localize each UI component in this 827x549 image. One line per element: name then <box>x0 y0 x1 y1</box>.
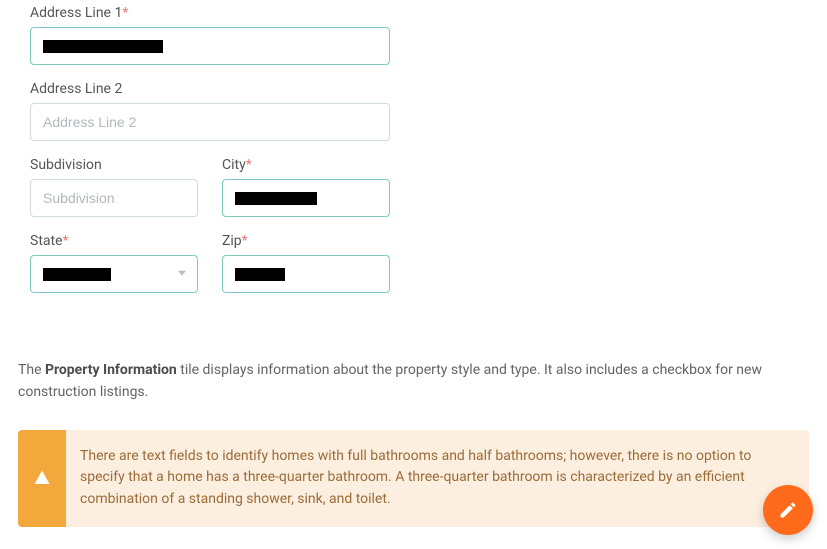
zip-input[interactable] <box>222 255 390 293</box>
redacted-value <box>235 268 285 281</box>
text-strong: Property Information <box>45 362 177 378</box>
required-asterisk: * <box>242 233 248 249</box>
city-input[interactable] <box>222 179 390 217</box>
edit-fab-button[interactable] <box>763 485 813 535</box>
subdivision-label: Subdivision <box>30 157 198 173</box>
city-label: City* <box>222 157 390 173</box>
warning-alert-body: There are text fields to identify homes … <box>66 430 809 527</box>
label-text: Zip <box>222 233 242 249</box>
required-asterisk: * <box>63 233 69 249</box>
state-select[interactable] <box>30 255 198 293</box>
label-text: State <box>30 233 63 249</box>
address-line-1-input[interactable] <box>30 27 390 65</box>
required-asterisk: * <box>246 157 252 173</box>
address-form: Address Line 1* Address Line 2 Subdivisi… <box>0 0 827 329</box>
zip-label: Zip* <box>222 233 390 249</box>
required-asterisk: * <box>122 5 128 21</box>
property-info-description: The Property Information tile displays i… <box>0 359 827 404</box>
pencil-icon <box>778 500 798 520</box>
redacted-value <box>43 40 163 53</box>
redacted-value <box>43 268 111 281</box>
warning-triangle-icon <box>33 469 51 487</box>
subdivision-group: Subdivision <box>30 157 198 217</box>
city-group: City* <box>222 157 390 217</box>
label-text: City <box>222 157 246 173</box>
zip-group: Zip* <box>222 233 390 293</box>
warning-icon-column <box>18 430 66 527</box>
address-line-1-group: Address Line 1* <box>30 5 797 65</box>
address-line-2-input[interactable] <box>30 103 390 141</box>
address-line-2-label: Address Line 2 <box>30 81 797 97</box>
label-text: Address Line 2 <box>30 81 122 97</box>
state-group: State* <box>30 233 198 293</box>
subdivision-input[interactable] <box>30 179 198 217</box>
label-text: Address Line 1 <box>30 5 122 21</box>
state-label: State* <box>30 233 198 249</box>
address-line-1-label: Address Line 1* <box>30 5 797 21</box>
text-prefix: The <box>18 362 45 378</box>
address-line-2-group: Address Line 2 <box>30 81 797 141</box>
label-text: Subdivision <box>30 157 102 173</box>
redacted-value <box>235 192 317 205</box>
warning-alert: There are text fields to identify homes … <box>18 430 809 527</box>
